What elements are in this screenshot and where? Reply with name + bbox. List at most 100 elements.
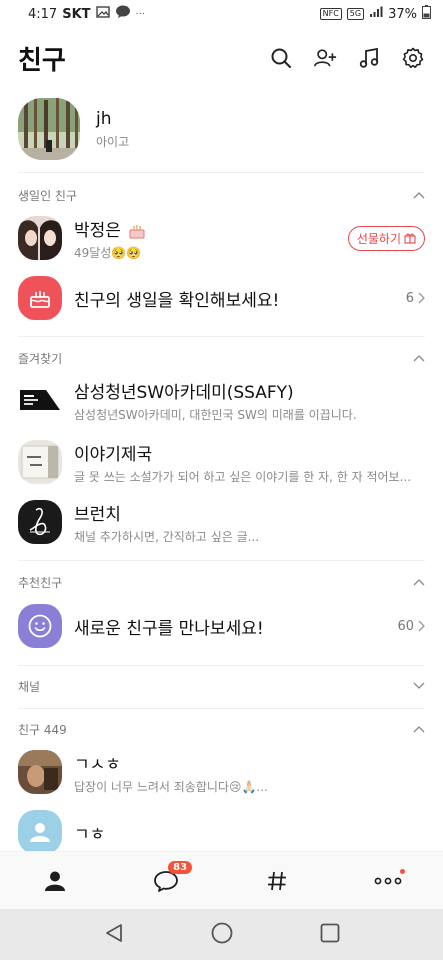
friend-status: 답장이 너무 느려서 죄송합니다😢🙏🏻... [74,779,268,794]
clock: 4:17 [28,6,58,22]
signal-icon [369,6,383,22]
birthday-friend-name: 박정은 [74,216,348,241]
my-profile-status: 아이고 [96,134,130,149]
friend-default-avatar [18,810,62,854]
talk-icon [115,5,131,23]
recents-square-icon [320,923,339,942]
cake-icon [129,224,145,238]
page-title: 친구 [18,45,66,76]
chevron-up-icon [413,575,425,589]
back-button[interactable] [103,922,125,948]
battery-percent: 37% [388,6,417,22]
gift-icon [404,233,416,244]
ssafy-avatar [18,378,62,422]
page-header: 친구 [0,28,443,88]
birthday-check-row[interactable]: 친구의 생일을 확인해보세요! 6 [0,270,443,326]
gift-button-label: 선물하기 [356,231,401,246]
network-icon: 5G [346,8,365,20]
favorite-name: 브런치 [74,504,121,525]
chevron-up-icon [413,722,425,736]
section-friends-label: 친구 449 [18,722,67,737]
carrier: SKT [62,6,91,22]
chevron-right-icon [418,620,425,632]
favorite-status: 채널 추가하시면, 간직하고 싶은 글... [74,529,260,544]
home-circle-icon [211,922,232,943]
story-empire-avatar [18,440,62,484]
gift-button[interactable]: 선물하기 [347,225,425,251]
friend-avatar [18,750,62,794]
section-channel-label: 채널 [18,679,41,694]
status-bar: 4:17 SKT ··· NFC 5G 37% [0,0,443,28]
gallery-icon [95,6,110,22]
chevron-right-icon [418,292,425,304]
add-friend-button[interactable] [313,46,337,70]
section-favorites-label: 즐겨찾기 [18,351,63,366]
more-dots-icon [374,877,402,884]
search-icon [271,48,291,68]
birthday-cake-avatar [18,276,62,320]
chevron-down-icon [413,679,425,693]
section-favorites-header[interactable]: 즐겨찾기 [0,345,443,371]
favorite-status: 삼성청년SW아카데미, 대한민국 SW의 미래를 이끕니다. [74,407,357,422]
birthday-check-label: 친구의 생일을 확인해보세요! [74,290,280,311]
recommend-row[interactable]: 새로운 친구를 만나보세요! 60 [0,598,443,654]
settings-icon [402,47,424,69]
nfc-icon: NFC [319,8,342,20]
favorite-row[interactable]: 브런치 채널 추가하시면, 간직하고 싶은 글... [0,494,443,550]
music-button[interactable] [357,46,381,70]
recents-button[interactable] [319,922,341,948]
section-channel-header[interactable]: 채널 [0,673,443,699]
bottom-navigation: 83 [0,851,443,909]
divider [18,336,425,337]
more-notifications: ··· [135,8,146,20]
birthday-friend-avatar [18,216,62,260]
friend-name: ㄱㅎ [74,824,106,845]
tab-openchat[interactable] [247,861,307,901]
recommend-label: 새로운 친구를 만나보세요! [74,618,264,639]
birthday-friend-row[interactable]: 박정은 49달성🥺🥺 선물하기 [0,210,443,266]
music-icon [359,47,379,68]
friend-name: ㄱㅅㅎ [74,754,121,775]
birthday-check-count: 6 [406,291,425,306]
my-profile[interactable]: jh 아이고 [0,92,443,166]
favorite-status: 글 못 쓰는 소설가가 되어 하고 싶은 이야기를 한 자, 한 자 적어보..… [74,469,412,484]
person-icon [45,871,66,891]
settings-button[interactable] [401,46,425,70]
section-recommended-header[interactable]: 추천친구 [0,569,443,595]
chat-unread-badge: 83 [168,860,193,874]
chevron-up-icon [413,188,425,202]
section-recommended-label: 추천친구 [18,575,63,590]
new-indicator-dot [399,868,405,874]
back-triangle-icon [105,923,122,942]
divider [18,665,425,666]
my-profile-name: jh [96,108,112,129]
section-birthday-label: 생일인 친구 [18,188,78,203]
section-friends-header[interactable]: 친구 449 [0,716,443,742]
tab-more[interactable] [358,861,418,901]
search-button[interactable] [269,46,293,70]
birthday-friend-status: 49달성🥺🥺 [74,245,142,260]
divider [18,172,425,173]
favorite-row[interactable]: 이야기제국 글 못 쓰는 소설가가 되어 하고 싶은 이야기를 한 자, 한 자… [0,434,443,490]
divider [18,560,425,561]
friend-row[interactable]: ㄱㅅㅎ 답장이 너무 느려서 죄송합니다😢🙏🏻... [0,744,443,800]
tab-chats[interactable]: 83 [136,860,196,901]
recommend-count: 60 [397,619,425,634]
hashtag-icon [267,871,286,890]
battery-icon [422,5,431,23]
chevron-up-icon [413,351,425,365]
smile-icon [28,614,52,638]
person-icon [30,823,50,842]
add-friend-icon [314,49,337,67]
cake-icon [30,291,50,308]
tab-friends[interactable] [25,861,85,901]
section-birthday-header[interactable]: 생일인 친구 [0,182,443,208]
favorite-row[interactable]: 삼성청년SW아카데미(SSAFY) 삼성청년SW아카데미, 대한민국 SW의 미… [0,372,443,428]
favorite-name: 삼성청년SW아카데미(SSAFY) [74,382,294,403]
favorite-name: 이야기제국 [74,444,153,465]
home-button[interactable] [210,921,234,949]
brunch-avatar [18,500,62,544]
recommend-avatar [18,604,62,648]
my-profile-avatar [18,98,80,160]
divider [18,708,425,709]
